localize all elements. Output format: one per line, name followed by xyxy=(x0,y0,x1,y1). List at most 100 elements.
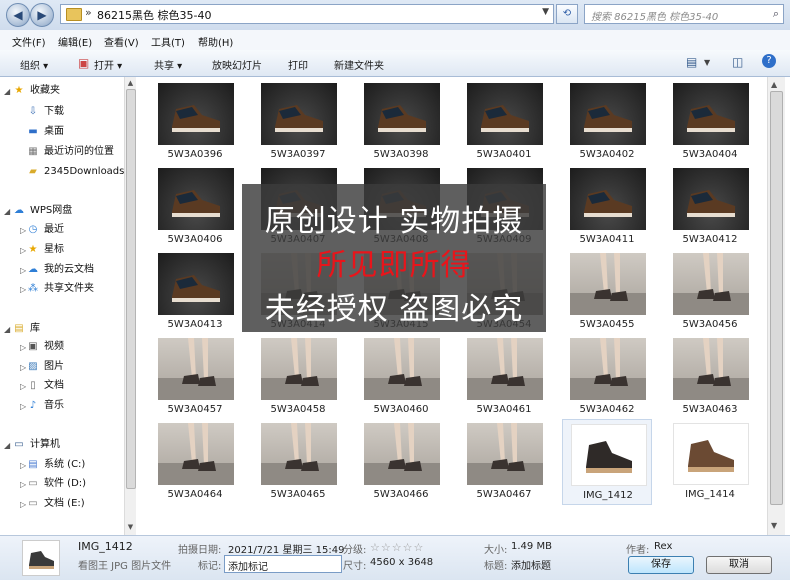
file-item[interactable]: 5W3A0406 xyxy=(150,164,240,250)
file-item[interactable]: 5W3A0457 xyxy=(150,334,240,420)
file-item[interactable]: 5W3A0466 xyxy=(356,419,446,505)
file-item[interactable]: 5W3A0411 xyxy=(562,164,652,250)
shoe-thumbnail-icon xyxy=(29,551,54,569)
file-name: 5W3A0466 xyxy=(373,489,429,500)
sidebar-item-cloud-docs[interactable]: ☁ 我的云文档 xyxy=(26,262,94,278)
file-name: 5W3A0460 xyxy=(373,404,429,415)
file-item[interactable]: 5W3A0461 xyxy=(459,334,549,420)
preview-pane-icon[interactable]: ◫ xyxy=(732,55,743,69)
sidebar-item-music[interactable]: ♪ 音乐 xyxy=(26,398,64,414)
detail-title-label: 标题: xyxy=(484,561,508,572)
chevron-down-icon[interactable]: ▼ xyxy=(542,7,549,17)
content-scrollbar[interactable]: ▲ ▼ xyxy=(767,77,785,535)
open-button[interactable]: 打开 ▾ xyxy=(94,57,122,72)
sidebar-item-videos[interactable]: ▣ 视频 xyxy=(26,339,64,355)
tags-input[interactable]: 添加标记 xyxy=(224,555,342,573)
menu-view[interactable]: 查看(V) xyxy=(104,34,139,49)
scroll-up-icon[interactable]: ▲ xyxy=(126,79,135,88)
sidebar-item-shared-folder[interactable]: ⁂ 共享文件夹 xyxy=(26,281,94,297)
menu-edit[interactable]: 编辑(E) xyxy=(58,34,92,49)
file-name: IMG_1412 xyxy=(583,490,633,501)
navigation-scrollbar[interactable]: ▲ ▼ xyxy=(124,77,136,535)
file-item[interactable]: 5W3A0396 xyxy=(150,79,240,165)
file-item[interactable]: 5W3A0412 xyxy=(665,164,755,250)
file-item[interactable]: 5W3A0467 xyxy=(459,419,549,505)
collapse-arrow-icon[interactable]: ◢ xyxy=(4,325,10,334)
help-icon[interactable]: ? xyxy=(762,54,776,68)
file-item[interactable]: 5W3A0463 xyxy=(665,334,755,420)
back-button[interactable]: ◀ xyxy=(6,3,30,27)
file-item[interactable]: 5W3A0465 xyxy=(253,419,343,505)
file-thumbnail xyxy=(673,338,749,400)
slideshow-button[interactable]: 放映幻灯片 xyxy=(212,57,262,72)
view-options-icon[interactable]: ▤ xyxy=(686,55,697,69)
watermark-overlay: 原创设计 实物拍摄 所见即所得 未经授权 盗图必究 xyxy=(242,184,546,332)
sidebar-item-recent-places[interactable]: ▦ 最近访问的位置 xyxy=(26,144,114,160)
file-item[interactable]: 5W3A0455 xyxy=(562,249,652,335)
scroll-down-icon[interactable]: ▼ xyxy=(126,523,135,532)
desktop-icon: ▬ xyxy=(28,126,38,137)
file-item[interactable]: 5W3A0402 xyxy=(562,79,652,165)
sidebar-item-drive-e[interactable]: ▭ 文档 (E:) xyxy=(26,496,84,512)
search-input[interactable]: 搜索 86215黑色 棕色35-40 ⌕ xyxy=(584,4,784,24)
new-folder-button[interactable]: 新建文件夹 xyxy=(334,57,384,72)
forward-button[interactable]: ▶ xyxy=(30,3,54,27)
sidebar-item-documents[interactable]: ▯ 文档 xyxy=(26,378,64,394)
refresh-button[interactable]: ⟲ xyxy=(556,4,578,24)
scroll-down-icon[interactable]: ▼ xyxy=(771,521,777,530)
cancel-button[interactable]: 取消 xyxy=(706,556,772,574)
file-item[interactable]: 5W3A0462 xyxy=(562,334,652,420)
file-item[interactable]: 5W3A0401 xyxy=(459,79,549,165)
sidebar-item-computer[interactable]: ▭ 计算机 xyxy=(12,437,60,453)
title-input[interactable]: 添加标题 xyxy=(511,557,551,572)
rating-stars[interactable]: ☆☆☆☆☆ xyxy=(370,541,424,554)
sidebar-item-starred[interactable]: ★ 星标 xyxy=(26,242,64,258)
sidebar-item-drive-d[interactable]: ▭ 软件 (D:) xyxy=(26,476,86,492)
collapse-arrow-icon[interactable]: ◢ xyxy=(4,207,10,216)
organize-button[interactable]: 组织 ▾ xyxy=(20,57,48,72)
scrollbar-thumb[interactable] xyxy=(770,91,783,505)
file-item[interactable]: 5W3A0397 xyxy=(253,79,343,165)
file-thumbnail xyxy=(158,253,234,315)
video-icon: ▣ xyxy=(28,341,38,352)
picture-icon: ▨ xyxy=(28,361,38,372)
sidebar-item-desktop[interactable]: ▬ 桌面 xyxy=(26,124,64,140)
file-item[interactable]: 5W3A0413 xyxy=(150,249,240,335)
file-thumbnail xyxy=(673,423,749,485)
print-button[interactable]: 打印 xyxy=(288,57,308,72)
search-icon[interactable]: ⌕ xyxy=(773,7,779,21)
view-dropdown-icon[interactable]: ▼ xyxy=(704,58,710,67)
menu-help[interactable]: 帮助(H) xyxy=(198,34,233,49)
sidebar-item-favorites[interactable]: ★ 收藏夹 xyxy=(12,83,60,99)
share-button[interactable]: 共享 ▾ xyxy=(154,57,182,72)
watermark-line-1: 原创设计 实物拍摄 xyxy=(264,204,524,239)
file-item[interactable]: IMG_1414 xyxy=(665,419,755,505)
detail-author-value[interactable]: Rex xyxy=(654,541,672,552)
menu-tools[interactable]: 工具(T) xyxy=(151,34,185,49)
music-icon: ♪ xyxy=(29,400,37,411)
sidebar-item-library[interactable]: ▤ 库 xyxy=(12,321,40,337)
menu-file[interactable]: 文件(F) xyxy=(12,34,46,49)
sidebar-item-pictures[interactable]: ▨ 图片 xyxy=(26,359,64,375)
sidebar-label: 我的云文档 xyxy=(44,264,94,275)
file-name: 5W3A0458 xyxy=(270,404,326,415)
sidebar-item-2345downloads[interactable]: ▰ 2345Downloads xyxy=(26,164,124,180)
file-item[interactable]: 5W3A0398 xyxy=(356,79,446,165)
sidebar-item-downloads[interactable]: ⇩ 下载 xyxy=(26,104,64,120)
sidebar-item-recent[interactable]: ◷ 最近 xyxy=(26,222,64,238)
file-item[interactable]: 5W3A0458 xyxy=(253,334,343,420)
file-item[interactable]: 5W3A0404 xyxy=(665,79,755,165)
scroll-up-icon[interactable]: ▲ xyxy=(771,80,777,89)
collapse-arrow-icon[interactable]: ◢ xyxy=(4,441,10,450)
sidebar-item-wps[interactable]: ☁ WPS网盘 xyxy=(12,203,72,219)
save-button[interactable]: 保存 xyxy=(628,556,694,574)
file-item[interactable]: 5W3A0460 xyxy=(356,334,446,420)
file-item[interactable]: 5W3A0464 xyxy=(150,419,240,505)
sidebar-item-drive-c[interactable]: ▤ 系统 (C:) xyxy=(26,457,85,473)
collapse-arrow-icon[interactable]: ◢ xyxy=(4,87,10,96)
computer-icon: ▭ xyxy=(14,439,24,450)
file-item[interactable]: IMG_1412 xyxy=(562,419,652,505)
scrollbar-thumb[interactable] xyxy=(126,89,136,489)
file-item[interactable]: 5W3A0456 xyxy=(665,249,755,335)
address-field[interactable]: » 86215黑色 棕色35-40 ▼ xyxy=(60,4,554,24)
